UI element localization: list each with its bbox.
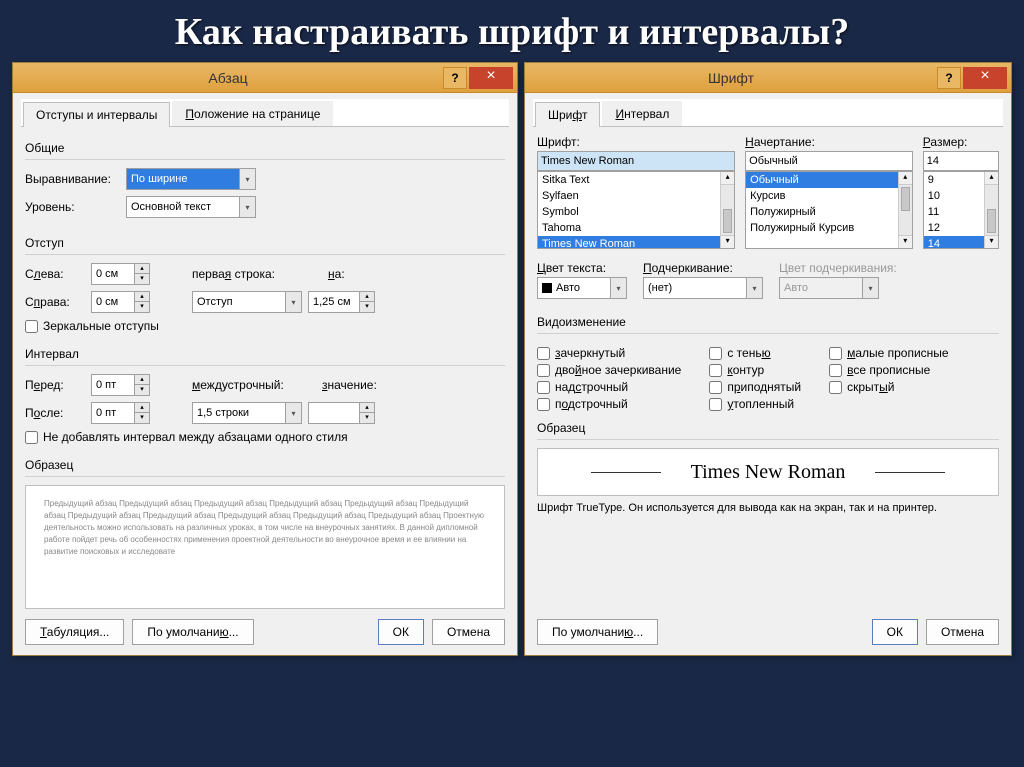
cancel-button[interactable]: Отмена	[432, 619, 505, 645]
allcaps-checkbox[interactable]: все прописные	[829, 363, 949, 377]
by-spinner[interactable]: 1,25 см ▴▾	[308, 291, 375, 313]
after-label: После:	[25, 406, 85, 420]
paragraph-title: Абзац	[13, 70, 443, 86]
line-spacing-label: междустрочный:	[192, 378, 292, 392]
tab-advanced[interactable]: Интервал	[602, 101, 682, 126]
font-name-input[interactable]: Times New Roman	[537, 151, 735, 171]
chevron-down-icon: ▾	[239, 197, 255, 217]
paragraph-tabs: Отступы и интервалы Положение на страниц…	[21, 99, 509, 127]
list-item: Обычный	[746, 172, 912, 188]
chevron-down-icon: ▾	[239, 169, 255, 189]
same-style-checkbox[interactable]: Не добавлять интервал между абзацами одн…	[25, 430, 348, 444]
font-size-label: Размер:	[923, 135, 999, 149]
font-titlebar: Шрифт ? ×	[525, 63, 1011, 93]
font-size-input[interactable]: 14	[923, 151, 999, 171]
by-label: на:	[328, 267, 345, 281]
first-line-label: первая строка:	[192, 267, 292, 281]
at-label: значение:	[322, 378, 377, 392]
after-spinner[interactable]: 0 пт ▴▾	[91, 402, 150, 424]
slide-title: Как настраивать шрифт и интервалы?	[0, 0, 1024, 62]
chevron-down-icon: ▾	[610, 278, 626, 298]
smallcaps-checkbox[interactable]: малые прописные	[829, 346, 949, 360]
default-button[interactable]: По умолчанию...	[537, 619, 658, 645]
font-tabs: Шрифт Интервал	[533, 99, 1003, 127]
subscript-checkbox[interactable]: подстрочный	[537, 397, 681, 411]
at-spinner[interactable]: ▴▾	[308, 402, 375, 424]
effects-label: Видоизменение	[537, 315, 999, 329]
hidden-checkbox[interactable]: скрытый	[829, 380, 949, 394]
truetype-info: Шрифт TrueType. Он используется для выво…	[537, 502, 999, 514]
cancel-button[interactable]: Отмена	[926, 619, 999, 645]
before-spinner[interactable]: 0 пт ▴▾	[91, 374, 150, 396]
default-button[interactable]: По умолчанию...	[132, 619, 253, 645]
left-spinner[interactable]: 0 см ▴▾	[91, 263, 150, 285]
level-combo[interactable]: Основной текст ▾	[126, 196, 256, 218]
alignment-label: Выравнивание:	[25, 172, 120, 186]
mirror-checkbox[interactable]: Зеркальные отступы	[25, 319, 159, 333]
chevron-down-icon: ▾	[285, 403, 301, 423]
font-dialog: Шрифт ? × Шрифт Интервал Шрифт: Times Ne…	[524, 62, 1012, 656]
effects-group: зачеркнутый двойное зачеркивание надстро…	[537, 346, 999, 411]
shadow-checkbox[interactable]: с тенью	[709, 346, 801, 360]
underline-label: Подчеркивание:	[643, 261, 763, 275]
help-button[interactable]: ?	[937, 67, 961, 89]
font-style-list[interactable]: Обычный Курсив Полужирный Полужирный Кур…	[745, 171, 913, 249]
font-size-list[interactable]: 9 10 11 12 14 ▴▾	[923, 171, 999, 249]
tabs-button[interactable]: Табуляция...	[25, 619, 124, 645]
first-line-combo[interactable]: Отступ ▾	[192, 291, 302, 313]
underline-combo[interactable]: (нет) ▾	[643, 277, 763, 299]
general-label: Общие	[25, 141, 505, 155]
emboss-checkbox[interactable]: приподнятый	[709, 380, 801, 394]
before-label: Перед:	[25, 378, 85, 392]
list-item: Tahoma	[538, 220, 734, 236]
font-name-label: Шрифт:	[537, 135, 735, 149]
tab-font[interactable]: Шрифт	[535, 102, 600, 127]
paragraph-preview: Предыдущий абзац Предыдущий абзац Предыд…	[25, 485, 505, 609]
font-sample: Times New Roman	[537, 448, 999, 496]
chevron-down-icon: ▾	[285, 292, 301, 312]
engrave-checkbox[interactable]: утопленный	[709, 397, 801, 411]
font-sample-label: Образец	[537, 421, 999, 435]
indent-label: Отступ	[25, 236, 505, 250]
alignment-combo[interactable]: По ширине ▾	[126, 168, 256, 190]
font-style-label: Начертание:	[745, 135, 913, 149]
list-item: Полужирный	[746, 204, 912, 220]
spacing-label: Интервал	[25, 347, 505, 361]
superscript-checkbox[interactable]: надстрочный	[537, 380, 681, 394]
outline-checkbox[interactable]: контур	[709, 363, 801, 377]
list-item: Symbol	[538, 204, 734, 220]
chevron-down-icon: ▾	[746, 278, 762, 298]
strike-checkbox[interactable]: зачеркнутый	[537, 346, 681, 360]
tab-indents[interactable]: Отступы и интервалы	[23, 102, 170, 127]
ok-button[interactable]: ОК	[378, 619, 424, 645]
color-label: Цвет текста:	[537, 261, 627, 275]
left-label: Слева:	[25, 267, 85, 281]
paragraph-dialog: Абзац ? × Отступы и интервалы Положение …	[12, 62, 518, 656]
tab-position[interactable]: Положение на странице	[172, 101, 333, 126]
double-strike-checkbox[interactable]: двойное зачеркивание	[537, 363, 681, 377]
right-label: Справа:	[25, 295, 85, 309]
list-item: Times New Roman	[538, 236, 734, 249]
list-item: Полужирный Курсив	[746, 220, 912, 236]
level-label: Уровень:	[25, 200, 120, 214]
underline-color-label: Цвет подчеркивания:	[779, 261, 897, 275]
list-item: Sylfaen	[538, 188, 734, 204]
font-name-list[interactable]: Sitka Text Sylfaen Symbol Tahoma Times N…	[537, 171, 735, 249]
right-spinner[interactable]: 0 см ▴▾	[91, 291, 150, 313]
underline-color-combo: Авто ▾	[779, 277, 879, 299]
paragraph-titlebar: Абзац ? ×	[13, 63, 517, 93]
color-combo[interactable]: Авто ▾	[537, 277, 627, 299]
list-item: Курсив	[746, 188, 912, 204]
font-title: Шрифт	[525, 70, 937, 86]
close-button[interactable]: ×	[469, 67, 513, 89]
close-button[interactable]: ×	[963, 67, 1007, 89]
sample-label: Образец	[25, 458, 505, 472]
line-spacing-combo[interactable]: 1,5 строки ▾	[192, 402, 302, 424]
help-button[interactable]: ?	[443, 67, 467, 89]
font-style-input[interactable]: Обычный	[745, 151, 913, 171]
chevron-down-icon: ▾	[862, 278, 878, 298]
list-item: Sitka Text	[538, 172, 734, 188]
ok-button[interactable]: ОК	[872, 619, 918, 645]
